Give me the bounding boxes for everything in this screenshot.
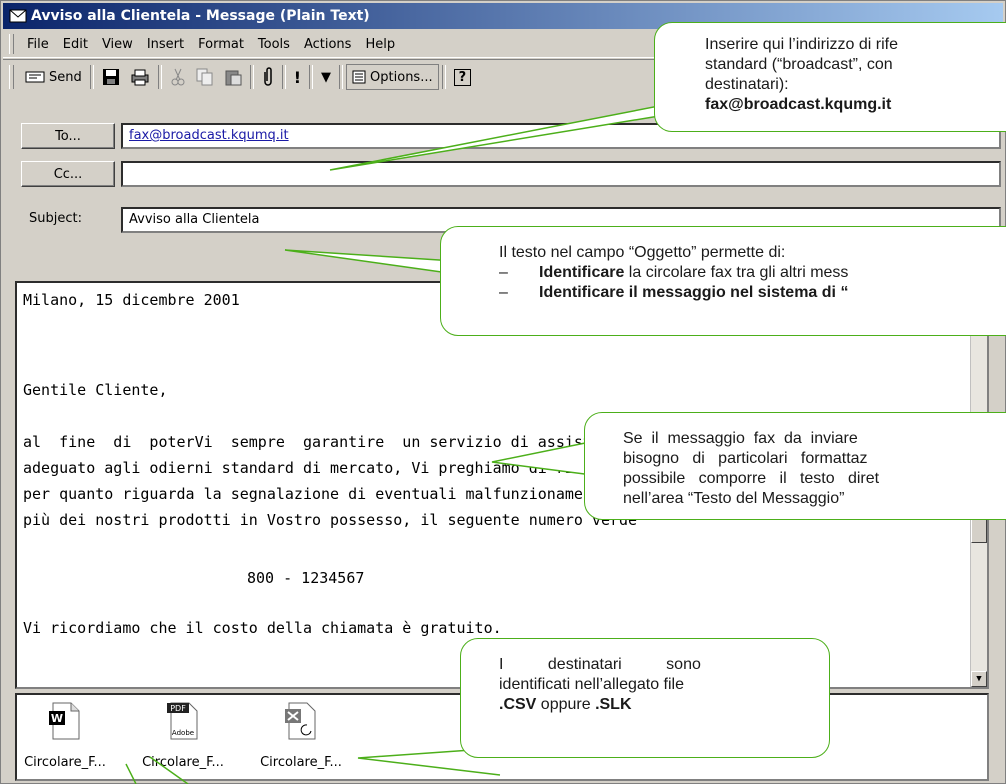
svg-text:W: W [51,712,63,725]
menu-help[interactable]: Help [358,37,402,52]
callout-text: identificati nell’allegato file [499,676,684,693]
callout-address: Inserire qui l’indirizzo di rife standar… [654,22,1006,132]
body-line: più dei nostri prodotti in Vostro posses… [23,511,638,529]
callout-bold: .CSV [499,696,537,713]
send-icon [25,71,45,83]
window-title: Avviso alla Clientela - Message (Plain T… [31,8,370,24]
copy-button[interactable] [191,64,219,90]
callout-subject: Il testo nel campo “Oggetto” permette di… [440,226,1006,336]
body-line: adeguato agli odierni standard di mercat… [23,459,638,477]
excel-slk-document-icon [285,702,316,740]
callout-text: possibile comporre il testo diret [623,470,880,487]
callout-attach: I destinatari sono identificati nell’all… [460,638,830,758]
menu-format[interactable]: Format [191,37,251,52]
menu-actions[interactable]: Actions [297,37,359,52]
options-button[interactable]: Options... [346,64,439,90]
print-button[interactable] [125,64,155,90]
attach-button[interactable] [257,64,279,90]
help-icon: ? [453,68,472,86]
scissors-icon [171,68,185,86]
attachment-item[interactable]: W Circolare_F... [17,701,113,770]
attachment-name: Circolare_F... [142,755,224,770]
callout-text: Il testo nel campo “Oggetto” permette di… [499,244,786,261]
body-line: Gentile Cliente, [23,381,168,399]
callout-body: Se il messaggio fax da inviare bisogno d… [584,412,1006,520]
cc-button[interactable]: Cc... [21,161,115,187]
toolbar-separator [339,65,344,89]
toolbar-separator [309,65,314,89]
attachment-item[interactable]: Circolare_F... [253,701,349,770]
callout-text: oppure [536,696,596,713]
body-line: 800 - 1234567 [247,569,365,587]
cc-field[interactable] [121,161,1001,187]
callout-text: fax@broadcast.kqumg.it [705,96,892,113]
callout-bold: .SLK [595,696,632,713]
callout-text: I destinatari sono [499,656,701,673]
callout-text: bisogno di particolari formattaz [623,450,868,467]
menu-file[interactable]: File [20,37,56,52]
scroll-down-arrow[interactable]: ▼ [971,671,987,687]
attachment-name: Circolare_F... [260,755,342,770]
send-label: Send [49,69,82,85]
body-line: Milano, 15 dicembre 2001 [23,291,240,309]
menu-edit[interactable]: Edit [56,37,95,52]
svg-text:PDF: PDF [170,704,186,713]
printer-icon [131,69,149,86]
callout-bullet: – Identificare il messaggio nel sistema d… [499,284,849,301]
menu-insert[interactable]: Insert [140,37,191,52]
clipboard-icon [225,70,242,86]
flag-button[interactable]: ▼ [316,64,336,90]
toolbar-separator [89,65,94,89]
callout-bold: Identificare il messaggio nel sistema di… [539,284,849,301]
subject-label: Subject: [29,211,82,226]
word-document-icon: W [49,702,80,740]
flag-icon: ▼ [321,69,332,85]
cc-row: Cc... [15,161,1001,187]
callout-bold: Identificare [539,264,625,281]
callout-text: standard (“broadcast”, con [705,56,893,73]
callout-line: .CSV oppure .SLK [499,695,829,715]
menu-view[interactable]: View [95,37,140,52]
to-button[interactable]: To... [21,123,115,149]
envelope-icon [9,9,27,23]
callout-text: nell’area “Testo del Messaggio” [623,490,845,507]
help-button[interactable]: ? [449,64,477,90]
options-icon [352,70,366,84]
callout-text: Inserire qui l’indirizzo di rife [705,36,898,53]
attachment-item[interactable]: PDF Adobe Circolare_F... [135,701,231,770]
attachment-name: Circolare_F... [24,755,106,770]
toolbar-separator [441,65,446,89]
paste-button[interactable] [219,64,247,90]
toolbar-separator [281,65,286,89]
save-button[interactable] [97,64,125,90]
callout-bullet: – Identificare la circolare fax tra gli a… [499,264,849,281]
pdf-document-icon: PDF Adobe [167,702,198,740]
toolbar-grip [9,65,14,89]
menu-tools[interactable]: Tools [251,37,297,52]
cut-button[interactable] [165,64,191,90]
options-label: Options... [370,69,433,85]
svg-text:Adobe: Adobe [172,729,194,737]
toolbar-separator [249,65,254,89]
body-line: Vi ricordiamo che il costo della chiamat… [23,619,502,637]
callout-text: la circolare fax tra gli altri mess [624,264,849,281]
callout-text: Se il messaggio fax da inviare [623,430,858,447]
send-button[interactable]: Send [20,64,87,90]
copy-icon [196,68,213,86]
toolbar-separator [157,65,162,89]
menu-grip [9,34,14,54]
exclamation-icon: ! [293,67,302,87]
save-icon [102,69,119,85]
paperclip-icon [264,67,272,86]
callout-text: destinatari): [705,76,789,93]
importance-button[interactable]: ! [289,64,306,90]
